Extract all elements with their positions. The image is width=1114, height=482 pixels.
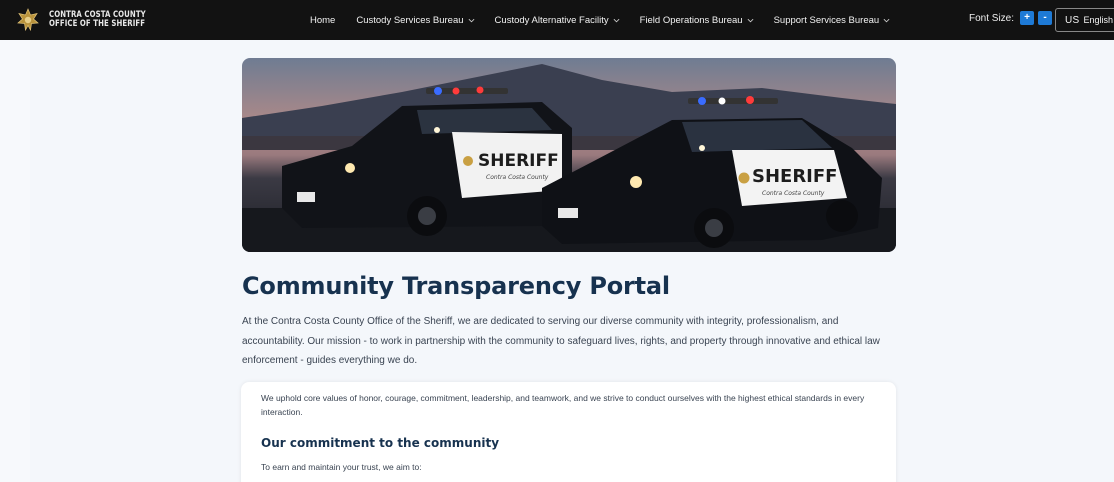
nav-label: Custody Alternative Facility bbox=[494, 14, 609, 26]
nav-home[interactable]: Home bbox=[310, 15, 335, 26]
language-selector[interactable]: US English bbox=[1055, 8, 1114, 32]
left-car-sheriff-text: SHERIFF bbox=[478, 151, 559, 171]
nav-home-label: Home bbox=[310, 14, 336, 26]
sheriff-badge-icon bbox=[17, 8, 39, 32]
sheriff-logo-link[interactable]: CONTRA COSTA COUNTY OFFICE OF THE SHERIF… bbox=[16, 8, 216, 32]
commitment-subtext: To earn and maintain your trust, we aim … bbox=[261, 462, 422, 472]
intro-paragraph: At the Contra Costa County Office of the… bbox=[242, 316, 880, 366]
main-nav: Home Custody Services Bureau Custody Alt… bbox=[300, 0, 910, 40]
nav-label: Field Operations Bureau bbox=[639, 14, 743, 26]
nav-support-services-bureau[interactable]: Support Services Bureau bbox=[774, 15, 891, 26]
nav-custody-services-bureau[interactable]: Custody Services Bureau bbox=[356, 15, 474, 26]
commitment-card: We uphold core values of honor, courage,… bbox=[241, 382, 896, 482]
chevron-down-icon bbox=[747, 18, 754, 22]
chevron-down-icon bbox=[468, 18, 474, 22]
nav-label: Custody Services Bureau bbox=[356, 14, 464, 26]
chevron-down-icon bbox=[883, 18, 890, 22]
font-increase-button[interactable]: + bbox=[1020, 11, 1035, 25]
left-car-county-text: Contra Costa County bbox=[486, 174, 549, 181]
core-values-text: We uphold core values of honor, courage,… bbox=[261, 393, 865, 417]
font-size-control: Font Size: + - bbox=[969, 11, 1056, 25]
hero-image-sheriff-vehicles: SHERIFF Contra Costa County SHERIFF Cont… bbox=[242, 58, 896, 252]
top-navigation-bar: CONTRA COSTA COUNTY OFFICE OF THE SHERIF… bbox=[0, 0, 1114, 40]
language-label: English bbox=[1083, 15, 1114, 25]
nav-field-operations-bureau[interactable]: Field Operations Bureau bbox=[640, 15, 754, 26]
commitment-heading: Our commitment to the community bbox=[261, 436, 500, 450]
page-title: Community Transparency Portal bbox=[242, 272, 670, 300]
right-car-county-text: Contra Costa County bbox=[762, 190, 825, 197]
nav-custody-alternative-facility[interactable]: Custody Alternative Facility bbox=[495, 15, 620, 26]
right-car-sheriff-text: SHERIFF bbox=[752, 166, 837, 187]
brand-line-office: OFFICE OF THE SHERIFF bbox=[49, 19, 146, 29]
language-flag-code: US bbox=[1065, 14, 1080, 26]
nav-label: Support Services Bureau bbox=[773, 14, 880, 26]
font-decrease-button[interactable]: - bbox=[1038, 11, 1053, 25]
font-size-label: Font Size: bbox=[969, 12, 1015, 24]
chevron-down-icon bbox=[613, 18, 620, 22]
